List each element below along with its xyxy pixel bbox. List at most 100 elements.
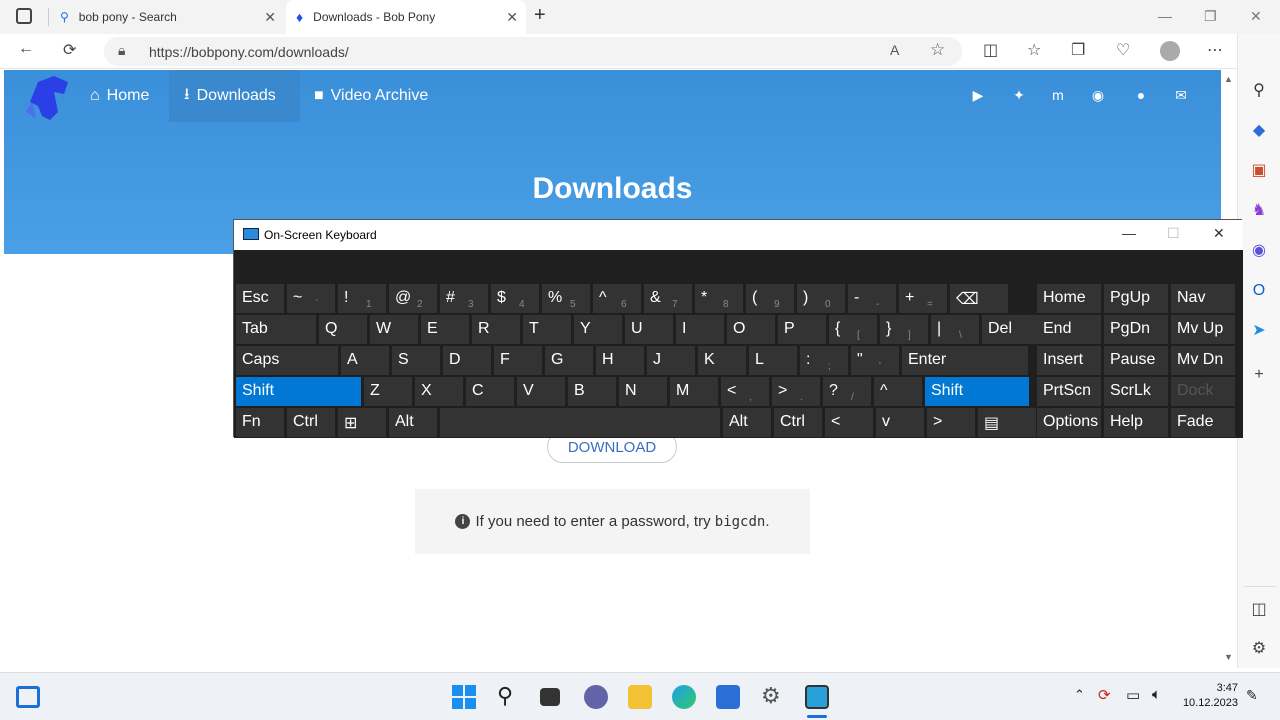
url-text[interactable]: https://bobpony.com/downloads/ [149, 44, 349, 60]
tab-search[interactable]: ⚲ bob pony - Search ✕ [50, 0, 284, 34]
key-end[interactable]: End [1037, 315, 1101, 344]
key-symbol[interactable]: " ' [851, 346, 899, 375]
key-fade[interactable]: Fade [1171, 408, 1235, 437]
key-options[interactable]: Options [1037, 408, 1101, 437]
key-symbol[interactable]: -- [848, 284, 896, 313]
settings-icon[interactable]: ⚙ [1249, 639, 1269, 659]
start-icon[interactable] [452, 685, 476, 709]
notifications-icon[interactable]: ✎ [1246, 687, 1258, 704]
key-b[interactable]: B [568, 377, 616, 406]
heartbeat-icon[interactable]: ♡ [1116, 40, 1130, 60]
close-icon[interactable]: ✕ [264, 9, 276, 26]
key-space[interactable] [440, 408, 720, 437]
key-esc[interactable]: Esc [236, 284, 284, 313]
key-r[interactable]: R [472, 315, 520, 344]
sync-icon[interactable]: ⟳ [1098, 686, 1111, 704]
osk-minimize-button[interactable]: — [1122, 225, 1136, 241]
key-symbol[interactable]: & 7 [644, 284, 692, 313]
github-icon[interactable]: ● [1132, 87, 1150, 103]
key-q[interactable]: Q [319, 315, 367, 344]
key-symbol[interactable]: $4 [491, 284, 539, 313]
read-aloud-icon[interactable]: A [890, 42, 899, 58]
key-symbol[interactable]: ~ ` [287, 284, 335, 313]
key-symbol[interactable]: % 5 [542, 284, 590, 313]
key-symbol[interactable]: ^ 6 [593, 284, 641, 313]
key-z[interactable]: Z [364, 377, 412, 406]
key-fn[interactable]: Fn [236, 408, 284, 437]
osk-title-bar[interactable]: On-Screen Keyboard — ☐ ✕ [234, 220, 1243, 250]
key-symbol[interactable]: < [825, 408, 873, 437]
key-symbol[interactable]: ^ [874, 377, 922, 406]
chevron-up-icon[interactable]: ⌃ [1074, 687, 1085, 703]
teams-icon[interactable] [584, 685, 608, 709]
key-j[interactable]: J [647, 346, 695, 375]
more-options-icon[interactable]: ⋯ [1207, 40, 1223, 60]
key-symbol[interactable]: (9 [746, 284, 794, 313]
key-pause[interactable]: Pause [1104, 346, 1168, 375]
key-x[interactable]: X [415, 377, 463, 406]
email-icon[interactable]: ✉ [1172, 87, 1190, 103]
restore-button[interactable]: ❐ [1204, 8, 1217, 25]
key-symbol[interactable]: #3 [440, 284, 488, 313]
volume-icon[interactable]: 🔈︎ [1152, 686, 1161, 703]
tab-actions-icon[interactable] [16, 8, 32, 24]
key-m[interactable]: M [670, 377, 718, 406]
key-home[interactable]: Home [1037, 284, 1101, 313]
key-symbol[interactable]: }] [880, 315, 928, 344]
lock-icon[interactable]: 🔒︎ [118, 42, 125, 59]
key-e[interactable]: E [421, 315, 469, 344]
profile-avatar[interactable] [1160, 41, 1180, 61]
split-screen-icon[interactable]: ◫ [983, 40, 998, 60]
key-mvdn[interactable]: Mv Dn [1171, 346, 1235, 375]
key-symbol[interactable]: ! 1 [338, 284, 386, 313]
key-i[interactable]: I [676, 315, 724, 344]
key-f[interactable]: F [494, 346, 542, 375]
key-symbol[interactable]: ▤ [978, 408, 1036, 437]
edge-icon[interactable] [672, 685, 696, 709]
key-symbol[interactable]: ⊞ [338, 408, 386, 437]
outlook-icon[interactable]: O [1249, 281, 1269, 301]
nav-downloads[interactable]: ⭳ Downloads [169, 70, 300, 122]
key-o[interactable]: O [727, 315, 775, 344]
key-u[interactable]: U [625, 315, 673, 344]
key-del[interactable]: Del [982, 315, 1040, 344]
bobpony-logo[interactable] [24, 72, 72, 122]
key-prtscn[interactable]: PrtScn [1037, 377, 1101, 406]
widgets-icon[interactable] [16, 686, 40, 708]
key-symbol[interactable]: > [927, 408, 975, 437]
key-symbol[interactable]: ) 0 [797, 284, 845, 313]
key-k[interactable]: K [698, 346, 746, 375]
search-icon[interactable]: ⚲ [1249, 81, 1269, 101]
key-symbol[interactable]: ⌫ [950, 284, 1008, 313]
favorite-star-icon[interactable]: ☆ [930, 40, 945, 60]
key-l[interactable]: L [749, 346, 797, 375]
key-symbol[interactable]: * 8 [695, 284, 743, 313]
add-icon[interactable]: + [1249, 365, 1269, 385]
key-h[interactable]: H [596, 346, 644, 375]
key-symbol[interactable]: :; [800, 346, 848, 375]
key-mvup[interactable]: Mv Up [1171, 315, 1235, 344]
key-caps[interactable]: Caps [236, 346, 338, 375]
key-t[interactable]: T [523, 315, 571, 344]
key-v[interactable]: v [876, 408, 924, 437]
key-scrlk[interactable]: ScrLk [1104, 377, 1168, 406]
clock[interactable]: 3:47 10.12.2023 [1180, 681, 1238, 711]
key-ctrl[interactable]: Ctrl [774, 408, 822, 437]
osk-maximize-button[interactable]: ☐ [1167, 225, 1180, 242]
key-symbol[interactable]: {[ [829, 315, 877, 344]
nav-video-archive[interactable]: ■ Video Archive [314, 70, 428, 122]
task-view-icon[interactable] [540, 688, 560, 706]
key-g[interactable]: G [545, 346, 593, 375]
key-enter[interactable]: Enter [902, 346, 1028, 375]
key-alt[interactable]: Alt [389, 408, 437, 437]
store-icon[interactable] [716, 685, 740, 709]
address-bar[interactable]: 🔒︎ https://bobpony.com/downloads/ A ☆ [104, 37, 962, 66]
twitter-icon[interactable]: ✦ [1010, 87, 1028, 103]
key-tab[interactable]: Tab [236, 315, 316, 344]
key-ctrl[interactable]: Ctrl [287, 408, 335, 437]
key-shift[interactable]: Shift [925, 377, 1029, 406]
scroll-down-arrow[interactable]: ▼ [1224, 652, 1233, 662]
collections-icon[interactable]: ❐ [1071, 40, 1085, 60]
key-s[interactable]: S [392, 346, 440, 375]
new-tab-button[interactable]: + [534, 4, 546, 27]
